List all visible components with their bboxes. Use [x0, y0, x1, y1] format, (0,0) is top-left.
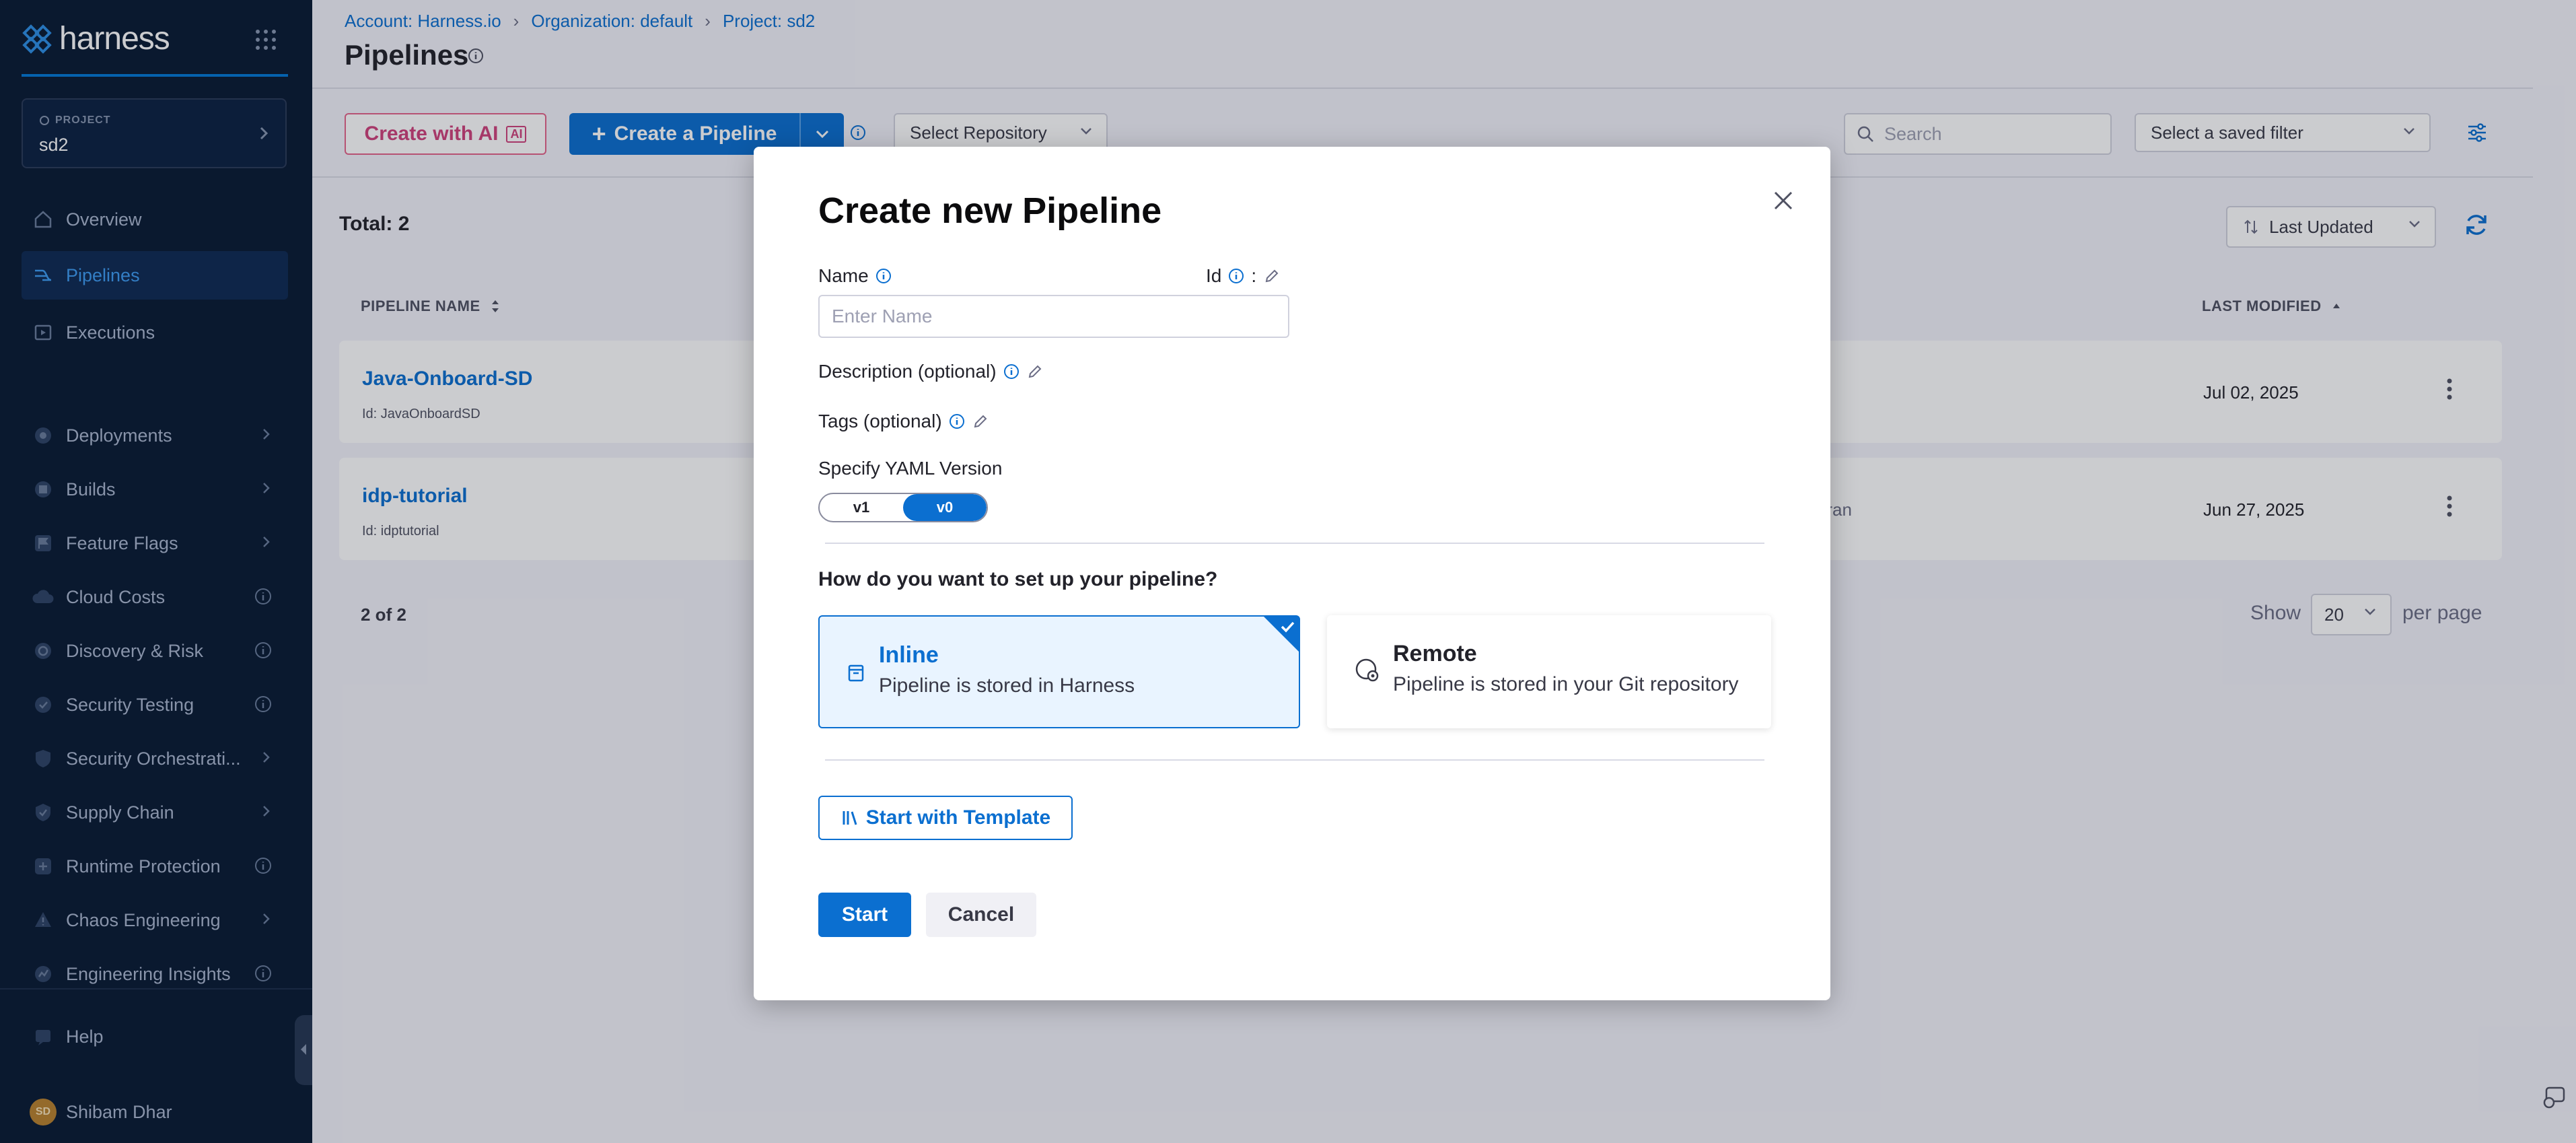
create-pipeline-dialog: Create new Pipeline Name Id : Enter Name…: [754, 147, 1830, 1000]
yaml-version-label: Specify YAML Version: [818, 458, 1003, 479]
close-icon[interactable]: [1768, 186, 1798, 215]
setup-question: How do you want to set up your pipeline?: [818, 568, 1218, 590]
yaml-option-v1[interactable]: v1: [820, 494, 903, 521]
dialog-title: Create new Pipeline: [818, 190, 1162, 231]
id-label: Id: [1206, 265, 1222, 286]
divider: [825, 543, 1764, 544]
check-icon: [1281, 621, 1295, 633]
description-row: Description (optional): [818, 361, 1044, 382]
inline-option-card[interactable]: Inline Pipeline is stored in Harness: [818, 615, 1300, 728]
name-label: Name: [818, 265, 869, 286]
remote-option-card[interactable]: Remote Pipeline is stored in your Git re…: [1327, 615, 1771, 728]
remote-subtitle: Pipeline is stored in your Git repositor…: [1393, 673, 1739, 695]
info-icon[interactable]: [1003, 363, 1019, 380]
start-label: Start: [841, 903, 888, 926]
info-icon[interactable]: [949, 413, 965, 429]
remote-title: Remote: [1393, 641, 1477, 666]
yaml-version-toggle[interactable]: v1 v0: [818, 493, 988, 522]
info-icon[interactable]: [1228, 268, 1244, 284]
yaml-option-v0[interactable]: v0: [903, 494, 987, 521]
start-with-template-button[interactable]: Start with Template: [818, 796, 1073, 840]
edit-pencil-icon[interactable]: [972, 413, 989, 430]
cancel-button[interactable]: Cancel: [926, 893, 1036, 937]
pipeline-name-input[interactable]: Enter Name: [818, 295, 1289, 338]
edit-pencil-icon[interactable]: [1026, 363, 1044, 380]
edit-pencil-icon[interactable]: [1263, 267, 1281, 285]
info-icon[interactable]: [875, 268, 892, 284]
inline-storage-icon: [848, 664, 864, 682]
name-placeholder: Enter Name: [832, 306, 933, 326]
cancel-label: Cancel: [947, 903, 1015, 926]
description-label: Description (optional): [818, 361, 997, 382]
tags-row: Tags (optional): [818, 411, 989, 432]
git-remote-icon: [1355, 658, 1379, 682]
start-button[interactable]: Start: [818, 893, 911, 937]
inline-subtitle: Pipeline is stored in Harness: [879, 674, 1135, 697]
divider: [825, 759, 1764, 761]
template-library-icon: [843, 811, 857, 825]
inline-title: Inline: [879, 642, 939, 668]
name-label-row: Name: [818, 265, 892, 287]
tags-label: Tags (optional): [818, 411, 942, 431]
template-label: Start with Template: [865, 806, 1051, 829]
id-colon: :: [1251, 265, 1257, 286]
id-label-row: Id :: [1206, 265, 1281, 287]
